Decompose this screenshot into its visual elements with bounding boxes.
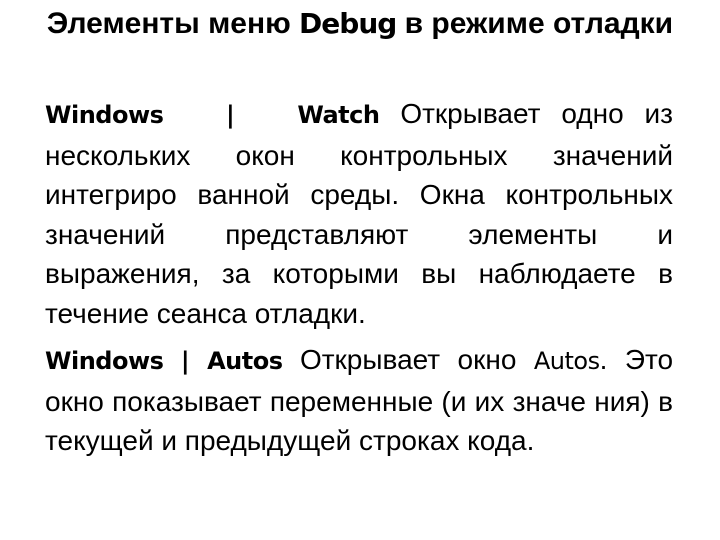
command-menu-windows: Windows: [45, 347, 164, 375]
paragraph-autos-text-before: Открывает окно: [299, 344, 534, 375]
title-debug-word: Debug: [299, 7, 397, 40]
paragraph-autos: Windows | Autos Открывает окно Autos. Эт…: [45, 340, 673, 461]
title-part-1: Элементы меню: [46, 7, 300, 40]
slide-body: Windows | Watch Открывает одно из нескол…: [45, 94, 673, 461]
command-item-watch: Watch: [297, 101, 380, 129]
command-separator: |: [180, 347, 190, 375]
title-part-2: в режиме отладки: [396, 7, 674, 40]
window-name-autos: Autos: [533, 347, 600, 375]
command-separator: |: [226, 101, 235, 129]
command-menu-windows: Windows: [45, 101, 164, 129]
slide-title: Элементы меню Debug в режиме отладки: [0, 4, 720, 44]
paragraph-watch-text: Открывает одно из нескольких окон контро…: [45, 98, 673, 329]
command-item-autos: Autos: [207, 347, 283, 375]
paragraph-watch: Windows | Watch Открывает одно из нескол…: [45, 94, 673, 333]
